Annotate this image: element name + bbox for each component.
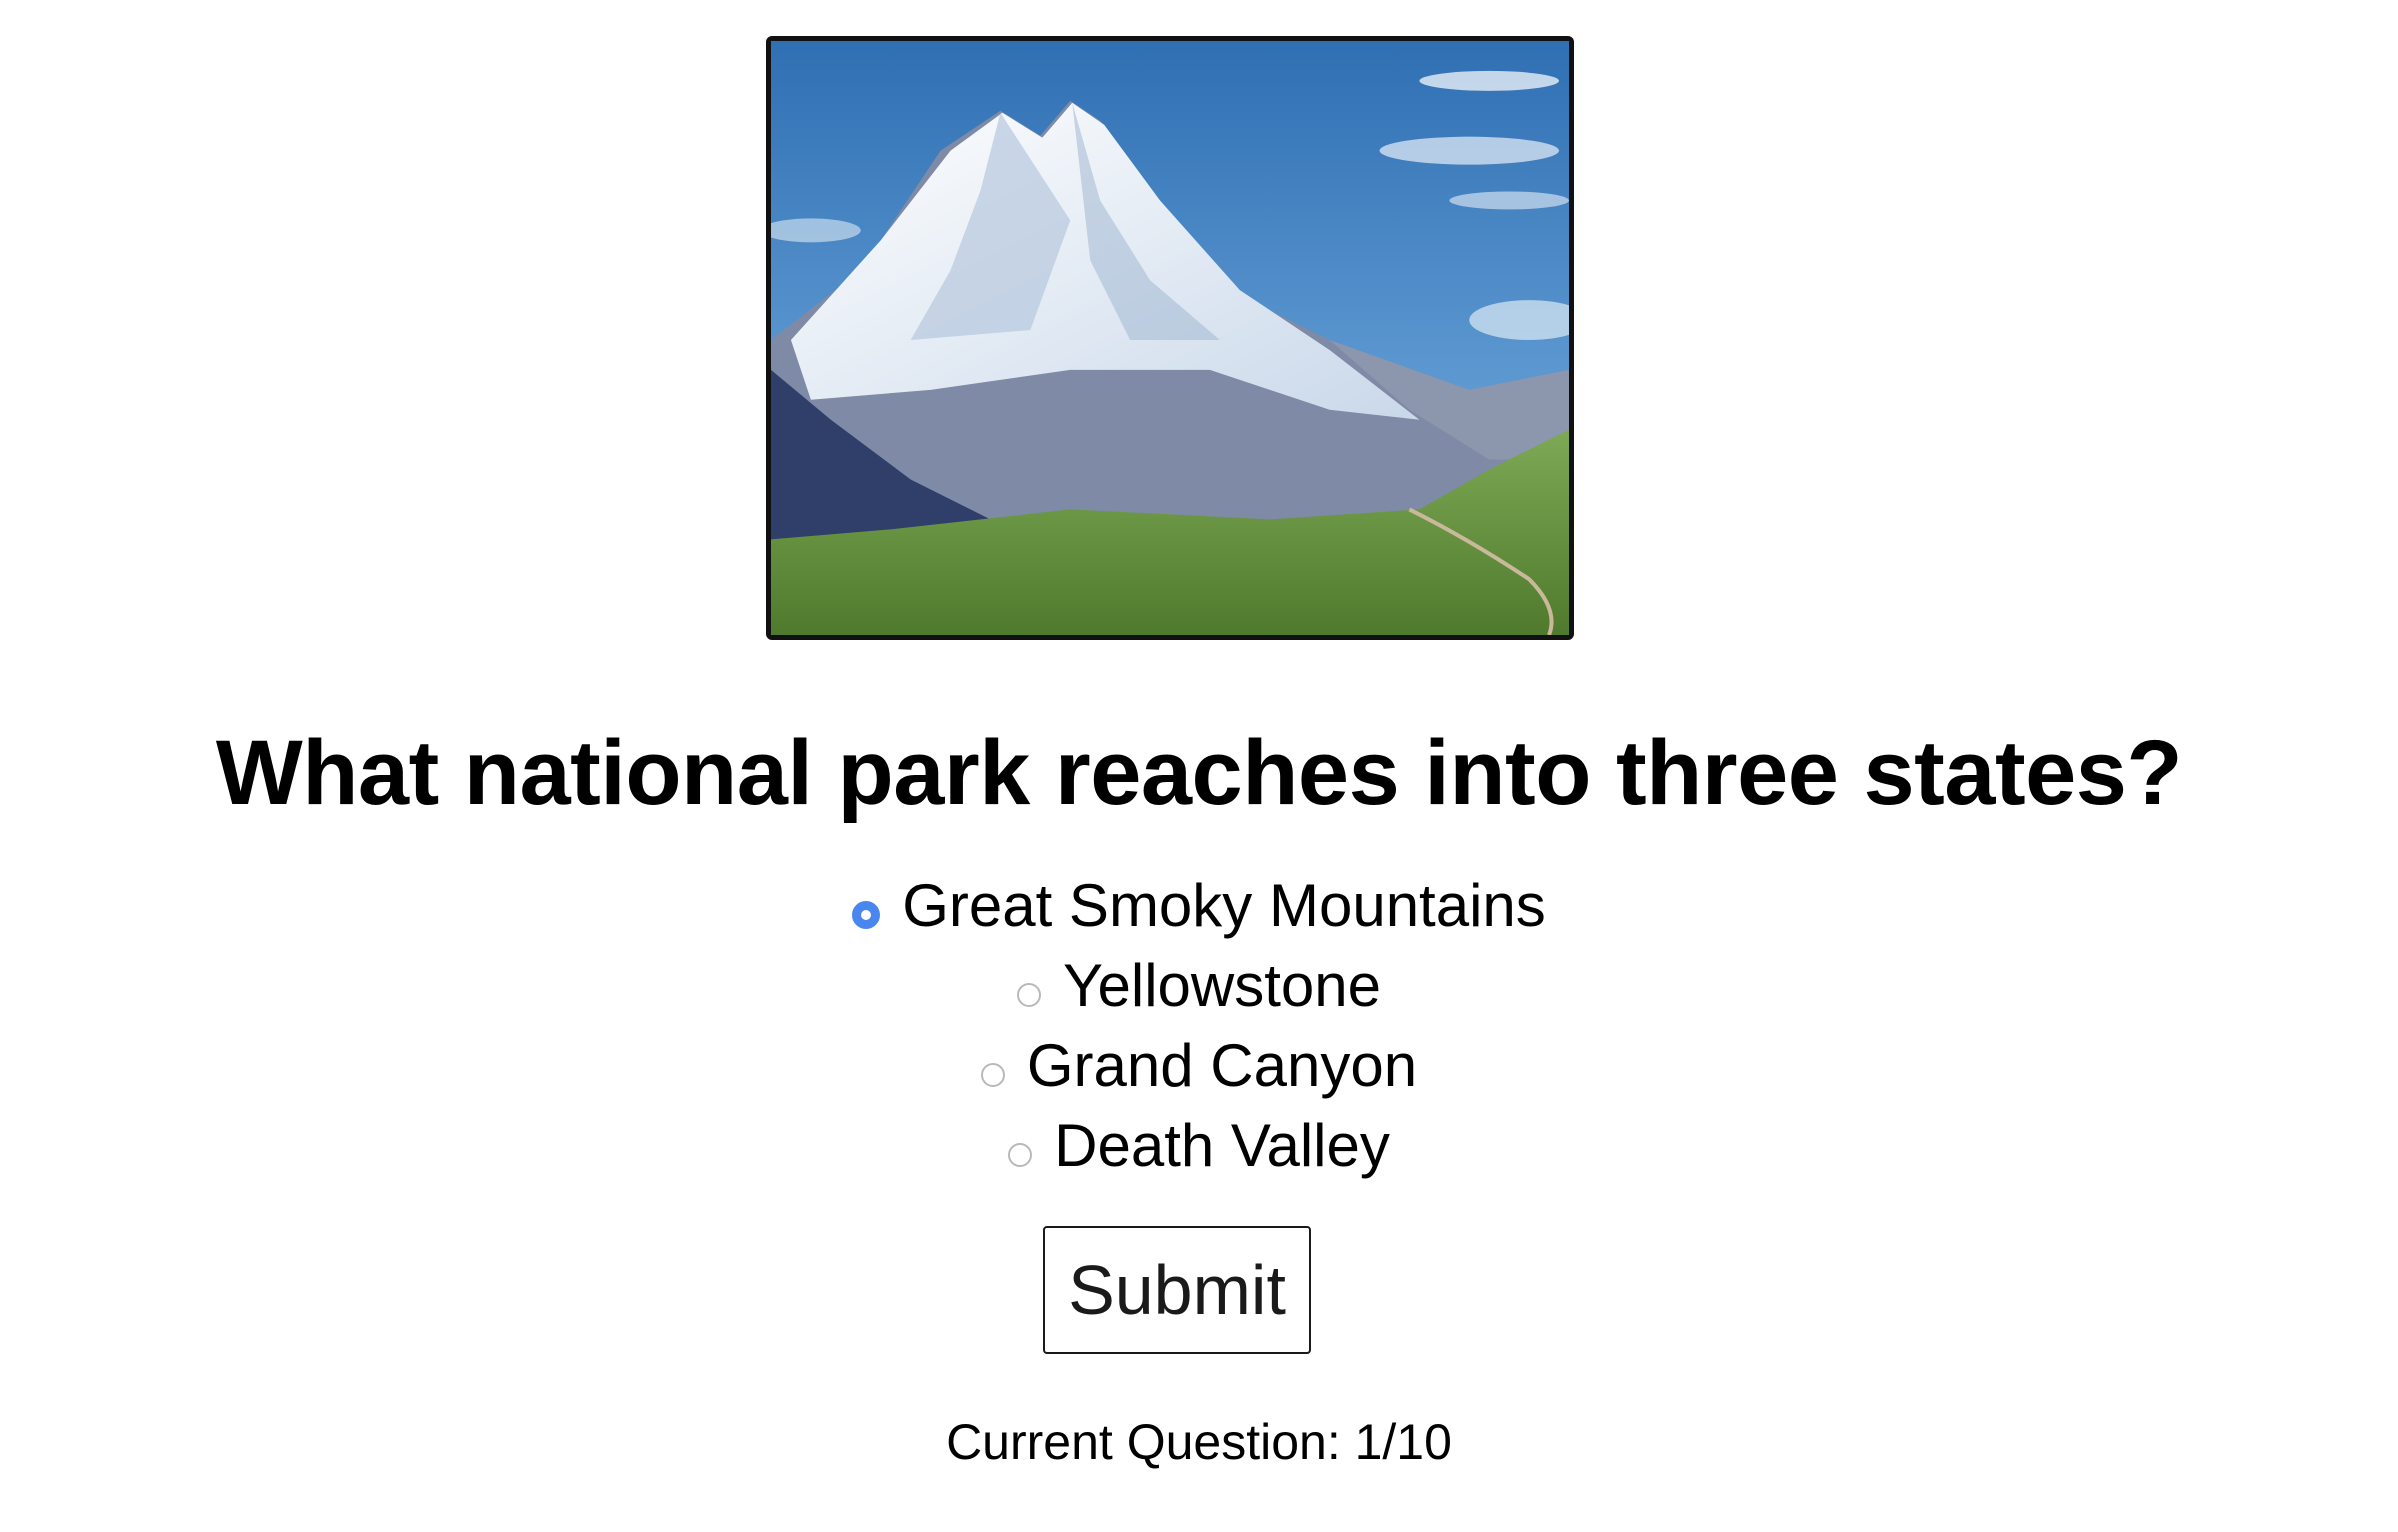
radio-unselected-icon[interactable] xyxy=(1016,983,1041,1007)
question-text: What national park reaches into three st… xyxy=(215,722,2183,824)
answer-options: Great Smoky Mountains Yellowstone Grand … xyxy=(0,866,2398,1186)
option-death-valley[interactable]: Death Valley xyxy=(0,1106,2398,1186)
option-great-smoky-mountains[interactable]: Great Smoky Mountains xyxy=(0,866,2398,946)
submit-button[interactable]: Submit xyxy=(1043,1226,1311,1354)
option-label: Yellowstone xyxy=(1062,952,1382,1019)
option-label: Death Valley xyxy=(1054,1112,1390,1179)
radio-selected-icon[interactable] xyxy=(852,901,881,929)
question-image xyxy=(766,36,1574,640)
quiz-page: What national park reaches into three st… xyxy=(0,0,2398,1532)
radio-unselected-icon[interactable] xyxy=(980,1063,1005,1087)
question-progress: Current Question: 1/10 xyxy=(946,1414,1452,1470)
option-grand-canyon[interactable]: Grand Canyon xyxy=(0,1026,2398,1106)
option-yellowstone[interactable]: Yellowstone xyxy=(0,946,2398,1026)
option-label: Great Smoky Mountains xyxy=(902,872,1546,939)
mountain-landscape-photo xyxy=(771,41,1569,635)
option-label: Grand Canyon xyxy=(1026,1032,1418,1099)
radio-unselected-icon[interactable] xyxy=(1008,1143,1033,1167)
